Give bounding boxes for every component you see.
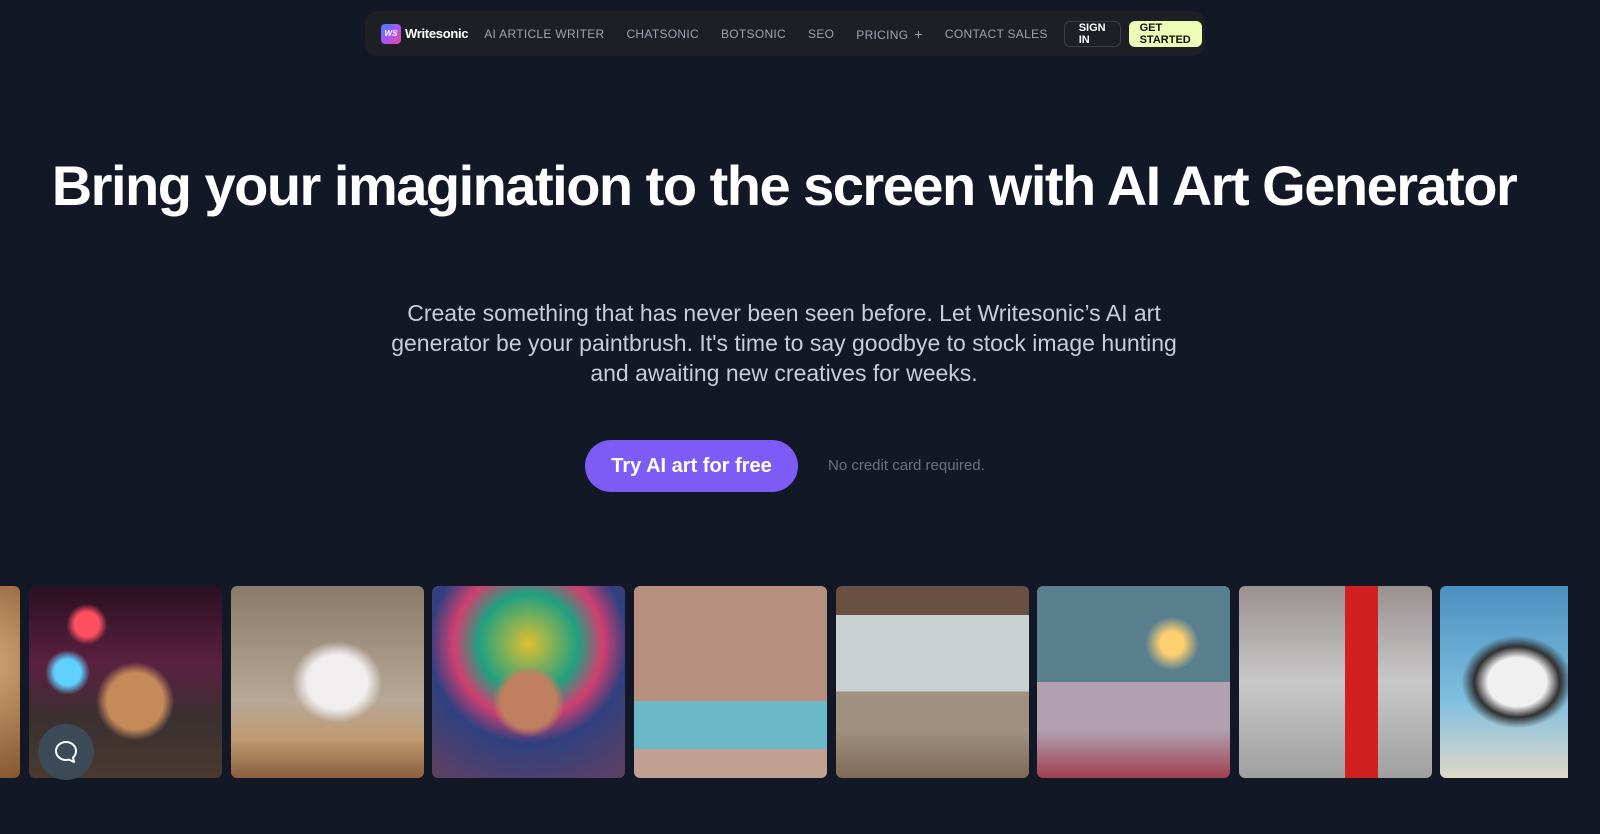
no-credit-card-note: No credit card required. [828, 457, 985, 474]
gallery-image-living-room-windows [836, 586, 1029, 778]
brand-name: Writesonic [405, 26, 469, 41]
gallery-image-unicorn [231, 586, 424, 778]
top-nav: WS Writesonic AI ARTICLE WRITER CHATSONI… [365, 11, 1205, 56]
nav-pricing-label: PRICING [856, 27, 909, 42]
get-started-button[interactable]: GET STARTED [1128, 20, 1202, 47]
chat-bubble-icon [55, 741, 77, 763]
gallery-image-aztec-woman [432, 586, 625, 778]
try-ai-art-button[interactable]: Try AI art for free [585, 440, 798, 492]
image-gallery [0, 586, 1568, 778]
sign-in-button[interactable]: SIGN IN [1063, 20, 1121, 47]
logo[interactable]: WS Writesonic [381, 23, 469, 44]
plus-icon: + [914, 25, 923, 42]
hero-subtitle: Create something that has never been see… [391, 300, 1177, 386]
chat-widget-button[interactable] [38, 724, 94, 780]
nav-botsonic[interactable]: BOTSONIC [721, 27, 786, 41]
nav-contact-sales[interactable]: CONTACT SALES [945, 27, 1048, 41]
gallery-image-living-room [634, 586, 827, 778]
hero-title: Bring your imagination to the screen wit… [51, 154, 1518, 217]
nav-ai-article-writer[interactable]: AI ARTICLE WRITER [484, 27, 604, 41]
gallery-image-phone-booth [1239, 586, 1432, 778]
nav-chatsonic[interactable]: CHATSONIC [626, 27, 698, 41]
gallery-image-bedroom [1037, 586, 1230, 778]
gallery-image-husky [1440, 586, 1568, 778]
nav-pricing[interactable]: PRICING + [856, 26, 923, 42]
logo-mark: WS [381, 23, 401, 44]
nav-seo[interactable]: SEO [808, 27, 834, 41]
gallery-image-cat [0, 586, 20, 778]
